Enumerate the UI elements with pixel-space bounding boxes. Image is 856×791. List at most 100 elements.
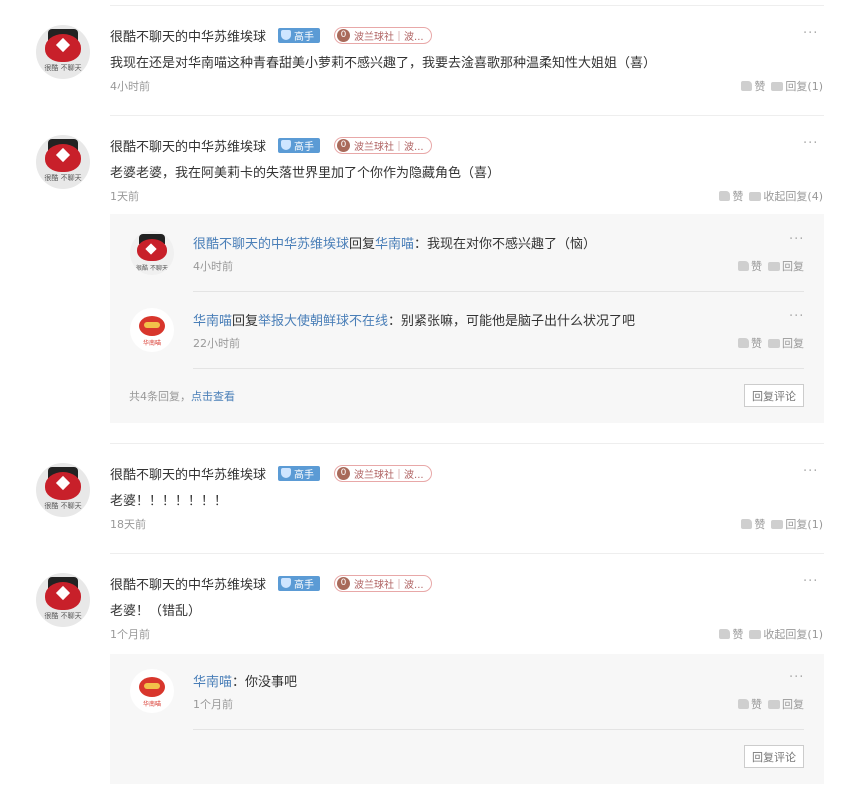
reply-target-user[interactable]: 华南喵 <box>375 237 414 252</box>
chat-icon <box>768 338 780 348</box>
avatar[interactable]: 很酷 不聊天 <box>36 573 90 627</box>
reply-username[interactable]: 华南喵 <box>193 675 232 690</box>
avatar[interactable]: 华南喵 <box>130 308 174 352</box>
view-all-replies-link[interactable]: 点击查看 <box>191 390 235 403</box>
divider <box>110 115 824 116</box>
chat-icon <box>771 519 784 529</box>
reply-username[interactable]: 华南喵 <box>193 314 232 329</box>
more-menu-icon[interactable]: ··· <box>803 26 818 41</box>
comment-time: 4小时前 <box>110 80 150 93</box>
reply-label: 回复 <box>782 698 804 711</box>
club-level: 0 <box>337 28 351 42</box>
club-badge[interactable]: 0 波兰球社｜波... <box>334 136 432 154</box>
reply-text: ：别紧张嘛，可能他是脑子出什么状况了吧 <box>388 314 636 329</box>
reply-header: 华南喵回复举报大使朝鲜球不在线：别紧张嘛，可能他是脑子出什么状况了吧 <box>193 310 635 329</box>
reply-comment-button[interactable]: 回复评论 <box>744 745 804 768</box>
comment-actions: 赞 回复(1) <box>741 78 823 94</box>
like-button[interactable]: 赞 <box>741 78 765 94</box>
avatar[interactable]: 很酷 不聊天 <box>36 463 90 517</box>
like-button[interactable]: 赞 <box>719 188 743 204</box>
thumbs-up-icon <box>741 519 753 529</box>
reply-target-user[interactable]: 举报大使朝鲜球不在线 <box>258 314 388 329</box>
level-badge-label: 高手 <box>294 31 315 43</box>
like-button[interactable]: 赞 <box>738 696 762 712</box>
shield-icon <box>281 30 292 40</box>
club-level: 0 <box>337 466 351 480</box>
club-badge[interactable]: 0 波兰球社｜波... <box>334 574 432 592</box>
reply-button[interactable]: 回复(1) <box>771 78 823 94</box>
collapse-replies-button[interactable]: 收起回复(4) <box>749 188 823 204</box>
club-badge[interactable]: 0 波兰球社｜波... <box>334 26 432 44</box>
avatar-caption: 很酷 不聊天 <box>44 502 82 510</box>
reply-label: 回复(1) <box>785 518 823 531</box>
comment-text: 老婆老婆，我在阿美莉卡的失落世界里加了个你作为隐藏角色（喜） <box>110 166 501 181</box>
club-badge[interactable]: 0 波兰球社｜波... <box>334 464 432 482</box>
reply-button[interactable]: 回复 <box>768 696 804 712</box>
avatar-caption: 很酷 不聊天 <box>44 64 82 72</box>
reply-username[interactable]: 很酷不聊天的中华苏维埃球 <box>193 237 349 252</box>
divider <box>193 368 804 369</box>
club-badge-label: 波兰球社｜波... <box>354 579 424 591</box>
reply-label: 回复 <box>782 337 804 350</box>
comment-time: 1天前 <box>110 190 139 203</box>
like-button[interactable]: 赞 <box>738 258 762 274</box>
comment-text: 老婆！！！！！！！ <box>110 494 228 509</box>
level-badge: 高手 <box>278 575 321 591</box>
level-badge: 高手 <box>278 137 321 153</box>
reply-verb: 回复 <box>232 314 259 329</box>
like-button[interactable]: 赞 <box>738 335 762 351</box>
like-label: 赞 <box>751 698 762 711</box>
thumbs-up-icon <box>741 81 753 91</box>
reply-button[interactable]: 回复(1) <box>771 516 823 532</box>
thumbs-up-icon <box>719 191 731 201</box>
avatar[interactable]: 很酷 不聊天 <box>36 135 90 189</box>
like-label: 赞 <box>751 337 762 350</box>
comment-time: 18天前 <box>110 518 146 531</box>
avatar[interactable]: 华南喵 <box>130 669 174 713</box>
reply-button[interactable]: 回复 <box>768 335 804 351</box>
avatar-caption: 很酷 不聊天 <box>136 265 168 272</box>
level-badge: 高手 <box>278 27 321 43</box>
avatar[interactable]: 很酷 不聊天 <box>130 231 174 275</box>
reply-time: 1个月前 <box>193 698 233 711</box>
more-menu-icon[interactable]: ··· <box>789 670 804 685</box>
more-menu-icon[interactable]: ··· <box>803 464 818 479</box>
comment-username[interactable]: 很酷不聊天的中华苏维埃球 <box>110 26 266 45</box>
reply-total-label: 共4条回复， <box>129 390 191 403</box>
more-menu-icon[interactable]: ··· <box>803 136 818 151</box>
divider <box>110 553 824 554</box>
more-menu-icon[interactable]: ··· <box>789 232 804 247</box>
like-button[interactable]: 赞 <box>719 626 743 642</box>
reply-text: ：你没事吧 <box>232 675 298 690</box>
comment-username[interactable]: 很酷不聊天的中华苏维埃球 <box>110 136 266 155</box>
thumbs-up-icon <box>738 699 749 709</box>
comment-username[interactable]: 很酷不聊天的中华苏维埃球 <box>110 574 266 593</box>
collapse-replies-button[interactable]: 收起回复(1) <box>749 626 823 642</box>
avatar-caption: 很酷 不聊天 <box>44 174 82 182</box>
like-label: 赞 <box>754 80 766 93</box>
more-menu-icon[interactable]: ··· <box>789 309 804 324</box>
avatar-caption: 华南喵 <box>142 340 161 347</box>
like-button[interactable]: 赞 <box>741 516 765 532</box>
avatar-caption: 华南喵 <box>142 701 161 708</box>
reply-button[interactable]: 回复 <box>768 258 804 274</box>
reply-label: 收起回复(4) <box>763 190 823 203</box>
shield-icon <box>281 578 292 588</box>
avatar-cat-eyes <box>144 683 160 689</box>
reply-actions: 赞 回复 <box>738 258 804 274</box>
comment-username[interactable]: 很酷不聊天的中华苏维埃球 <box>110 464 266 483</box>
avatar[interactable]: 很酷 不聊天 <box>36 25 90 79</box>
like-label: 赞 <box>732 190 744 203</box>
more-menu-icon[interactable]: ··· <box>803 574 818 589</box>
avatar-caption: 很酷 不聊天 <box>44 612 82 620</box>
avatar-cat-eyes <box>144 322 160 328</box>
thumbs-up-icon <box>738 338 749 348</box>
club-level: 0 <box>337 138 351 152</box>
divider <box>193 729 804 730</box>
chat-icon <box>749 629 762 639</box>
comment-time: 1个月前 <box>110 628 150 641</box>
reply-actions: 赞 回复 <box>738 335 804 351</box>
comment-header: 很酷不聊天的中华苏维埃球 高手 0 波兰球社｜波... <box>110 25 432 45</box>
reply-comment-button[interactable]: 回复评论 <box>744 384 804 407</box>
thumbs-up-icon <box>738 261 749 271</box>
